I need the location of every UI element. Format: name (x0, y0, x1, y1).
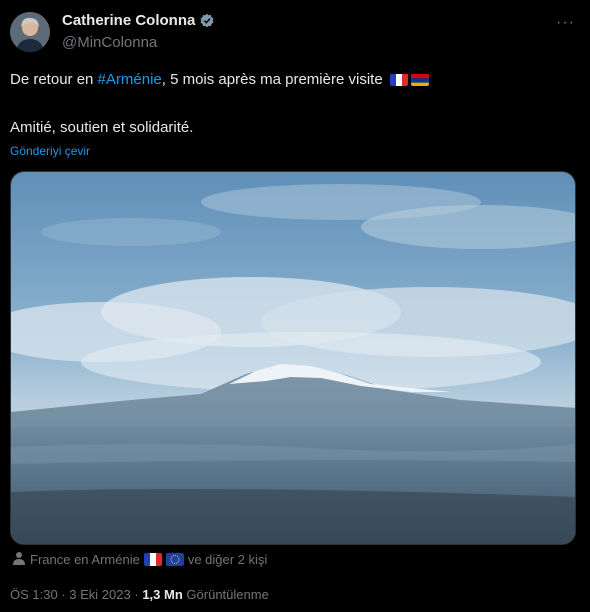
hashtag-link[interactable]: #Arménie (98, 71, 162, 88)
eu-flag-icon (165, 553, 184, 566)
tweet-text-end: , 5 mois après ma première visite (161, 71, 383, 88)
separator: · (61, 587, 66, 602)
views-count: 1,3 Mn (142, 587, 183, 602)
separator: · (134, 587, 139, 602)
views-label: Görüntülenme (186, 587, 269, 602)
tagged-people[interactable]: France en Arménie ve diğer 2 kişi (12, 551, 267, 568)
verified-badge-icon (199, 13, 215, 29)
tagged-account[interactable]: France en Arménie (30, 552, 140, 567)
france-flag-icon (389, 73, 408, 86)
avatar[interactable] (10, 12, 50, 52)
author-name[interactable]: Catherine Colonna (62, 12, 195, 29)
france-flag-icon (143, 553, 162, 566)
more-icon[interactable]: ··· (556, 14, 575, 32)
tweet-meta: ÖS 1:30 · 3 Eki 2023 · 1,3 Mn Görüntülen… (10, 587, 269, 602)
tweet-image[interactable] (10, 171, 576, 545)
tweet-text-line1: De retour en #Arménie, 5 mois après ma p… (10, 70, 429, 90)
tweet-text-start: De retour en (10, 71, 98, 88)
armenia-flag-icon (410, 73, 429, 86)
tagged-others[interactable]: ve diğer 2 kişi (188, 552, 267, 567)
tweet-time[interactable]: ÖS 1:30 (10, 587, 58, 602)
tweet-date[interactable]: 3 Eki 2023 (69, 587, 130, 602)
person-icon (12, 551, 26, 568)
tweet-text-line2: Amitié, soutien et solidarité. (10, 119, 194, 136)
translate-link[interactable]: Gönderiyi çevir (10, 144, 90, 158)
author-handle[interactable]: @MinColonna (62, 34, 157, 51)
